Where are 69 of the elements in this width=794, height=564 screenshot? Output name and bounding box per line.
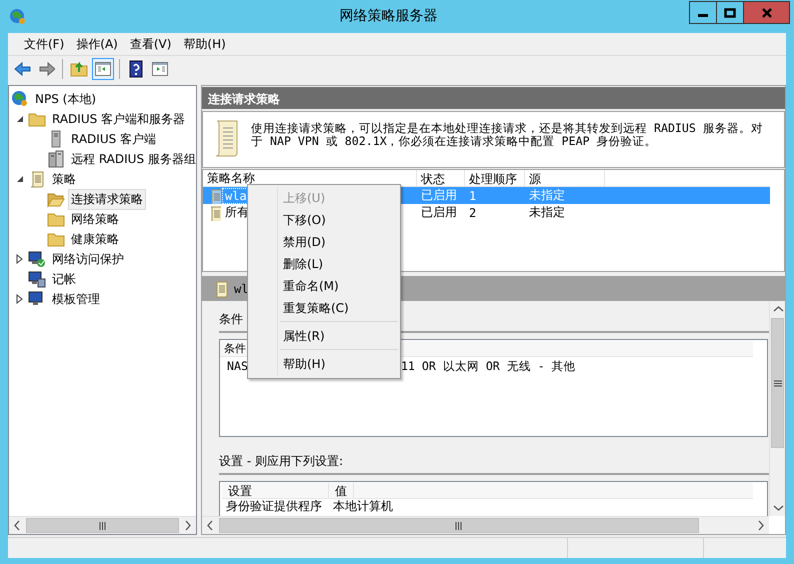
tree-item[interactable]: 模板管理 (49, 288, 103, 310)
globe-icon (11, 90, 29, 108)
close-button[interactable] (743, 1, 790, 24)
table-cell-text: 未指定 (528, 204, 566, 221)
pane-icon[interactable] (151, 60, 169, 78)
minimize-icon (698, 14, 708, 17)
minimize-button[interactable] (689, 1, 717, 24)
scrollbar-thumb[interactable] (26, 518, 179, 533)
grip-icon (774, 380, 782, 386)
table-cell-text: 本地计算机 (332, 499, 394, 514)
table-cell-text: 所有 (224, 204, 250, 221)
tree-item[interactable]: 连接请求策略 (68, 188, 146, 210)
menu-item[interactable]: 重命名(M) (250, 275, 398, 297)
table-cell-text: 已启用 (420, 187, 458, 204)
tree-item[interactable]: 网络访问保护 (49, 248, 127, 270)
tree-item[interactable]: RADIUS 客户端 (68, 128, 160, 150)
column-header[interactable]: 源 (525, 170, 605, 186)
help-icon[interactable] (127, 60, 145, 78)
section-label: 设置 - 则应用下列设置: (219, 453, 344, 470)
tree-item[interactable]: 记帐 (49, 268, 79, 290)
tree-item[interactable]: 网络策略 (68, 208, 122, 230)
table-cell-text: 已启用 (420, 204, 458, 221)
scroll-icon (212, 280, 228, 298)
tree-item[interactable]: 策略 (49, 168, 79, 190)
menu-item[interactable]: 文件(F) (18, 36, 70, 52)
menu-item[interactable]: 操作(A) (70, 36, 124, 52)
tree-item[interactable]: 远程 RADIUS 服务器组 (68, 148, 196, 170)
servers-icon (47, 150, 65, 168)
table-cell: 11 OR 以太网 OR 无线 - 其他 (400, 359, 576, 374)
table-cell-text: 身份验证提供程序 (225, 499, 323, 514)
table-cell-text: 未指定 (528, 187, 566, 204)
description-text: 使用连接请求策略，可以指定是在本地处理连接请求，还是将其转发到远程 RADIUS 服务器。对于 NAP VPN 或 802.1X，你必须在连接请求策略中配置 PEAP 身份验证。 (251, 120, 764, 150)
tree-item[interactable]: NPS (本地) (32, 88, 100, 110)
scrollbar-thumb[interactable] (219, 518, 699, 533)
folder-up-icon[interactable] (70, 60, 88, 78)
scrollbar-thumb[interactable] (771, 318, 784, 448)
window-title: 网络策略服务器 (338, 6, 438, 24)
back-arrow-icon[interactable] (13, 60, 31, 78)
column-header[interactable]: 条件 (220, 341, 246, 356)
details-title: wl (234, 282, 248, 296)
scroll-icon (28, 170, 46, 188)
menu-item[interactable]: 禁用(D) (250, 231, 398, 253)
table-cell: NAS (227, 359, 248, 374)
menu-item[interactable]: 帮助(H) (250, 353, 398, 375)
tree-item[interactable]: RADIUS 客户端和服务器 (49, 108, 188, 130)
menu-item[interactable]: 帮助(H) (177, 36, 232, 52)
grip-icon (454, 522, 464, 530)
table-cell-text: 2 (468, 206, 478, 220)
maximize-button[interactable] (716, 1, 744, 24)
section-label: 条件 (219, 311, 243, 328)
menu-item[interactable]: 属性(R) (250, 325, 398, 347)
maximize-icon (724, 8, 736, 18)
menu-item[interactable]: 查看(V) (124, 36, 178, 52)
column-header[interactable]: 值 (329, 483, 354, 498)
app-icon (9, 8, 27, 26)
table-cell: wla (223, 188, 249, 202)
tree-item[interactable]: 健康策略 (68, 228, 122, 250)
menu-item[interactable]: 重复策略(C) (250, 297, 398, 319)
grip-icon (98, 522, 107, 530)
column-header[interactable]: 状态 (417, 170, 465, 186)
column-header[interactable]: 设置 (222, 483, 329, 498)
monitor-icon (28, 270, 46, 288)
menu-item[interactable]: 下移(O) (250, 209, 398, 231)
close-icon (760, 8, 772, 18)
table-cell-text: 1 (468, 188, 478, 202)
column-header[interactable]: 处理顺序 (465, 170, 525, 186)
pane-header: 连接请求策略 (202, 87, 785, 109)
monitor-icon (28, 250, 46, 268)
menu-item[interactable]: 删除(L) (250, 253, 398, 275)
